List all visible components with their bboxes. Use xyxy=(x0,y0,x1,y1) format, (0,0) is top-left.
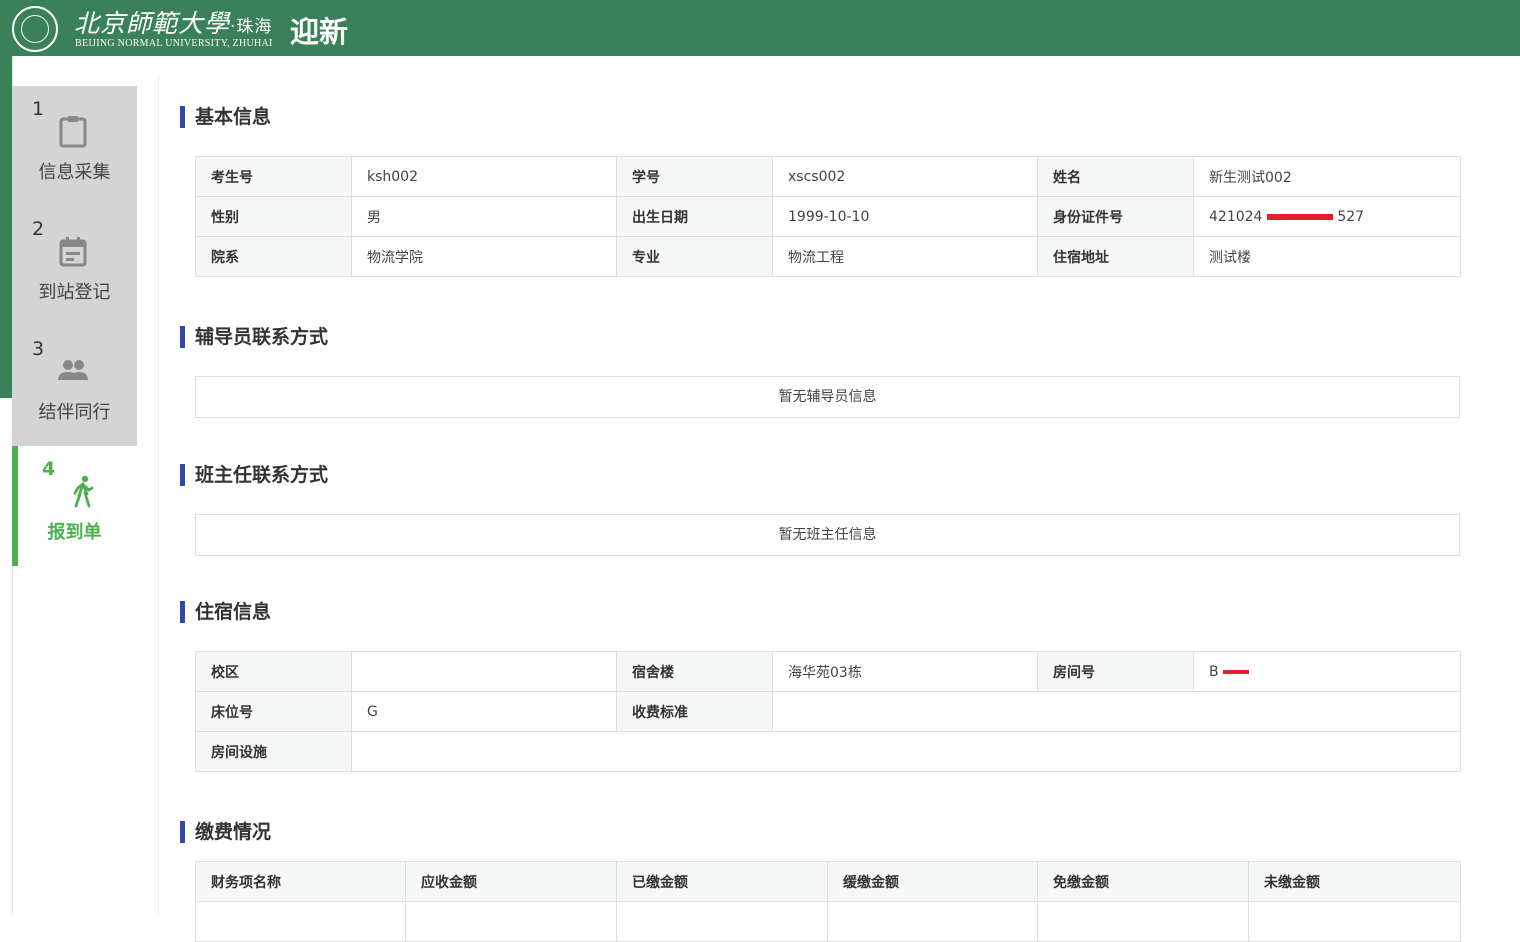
redaction-mark xyxy=(1266,213,1333,220)
section-title-basic-info: 基本信息 xyxy=(180,106,271,128)
section-title-counselor: 辅导员联系方式 xyxy=(180,326,328,348)
clipboard-icon xyxy=(59,116,87,148)
university-logo-text: 北京師範大學·珠海 xyxy=(74,9,273,38)
field-value: 男 xyxy=(351,196,617,237)
field-label: 专业 xyxy=(616,236,773,277)
field-value: G xyxy=(351,691,617,732)
table-header-row: 财务项名称 应收金额 已缴金额 缓缴金额 免缴金额 未缴金额 xyxy=(195,861,1461,902)
column-header: 应收金额 xyxy=(405,861,617,902)
field-value: 测试楼 xyxy=(1193,236,1461,277)
payment-table: 财务项名称 应收金额 已缴金额 缓缴金额 免缴金额 未缴金额 xyxy=(195,861,1461,942)
app-title: 迎新 xyxy=(290,15,349,49)
step-number: 3 xyxy=(32,338,45,360)
step-number: 1 xyxy=(32,98,45,120)
section-title-payment: 缴费情况 xyxy=(180,821,271,843)
table-row: 考生号 ksh002 学号 xscs002 姓名 新生测试002 xyxy=(195,156,1461,197)
top-header: 北京師範大學·珠海 BEIJING NORMAL UNIVERSITY, ZHU… xyxy=(0,0,1520,56)
column-header: 已缴金额 xyxy=(616,861,828,902)
table-row: 房间设施 xyxy=(195,731,1461,772)
field-label: 收费标准 xyxy=(616,691,773,732)
field-value: 1999-10-10 xyxy=(772,196,1038,237)
step-label: 信息采集 xyxy=(38,162,111,183)
field-label: 考生号 xyxy=(195,156,352,197)
step-nav: 1 信息采集 2 到站登记 3 结伴同行 4 报到单 xyxy=(12,86,137,566)
table-row: 床位号 G 收费标准 xyxy=(195,691,1461,732)
step-arrival-registration[interactable]: 2 到站登记 xyxy=(12,206,137,326)
field-value: 物流学院 xyxy=(351,236,617,277)
counselor-empty-message: 暂无辅导员信息 xyxy=(195,376,1460,418)
field-label: 房间号 xyxy=(1037,651,1194,692)
field-value: 新生测试002 xyxy=(1193,156,1461,197)
calendar-icon xyxy=(59,237,87,267)
content-border xyxy=(158,76,159,915)
step-label: 到站登记 xyxy=(38,282,111,303)
column-header: 免缴金额 xyxy=(1037,861,1249,902)
head-teacher-empty-message: 暂无班主任信息 xyxy=(195,514,1460,556)
column-header: 缓缴金额 xyxy=(827,861,1038,902)
field-value: ksh002 xyxy=(351,156,617,197)
university-logo-english: BEIJING NORMAL UNIVERSITY, ZHUHAI xyxy=(75,38,273,49)
step-registration-form[interactable]: 4 报到单 xyxy=(12,446,137,566)
people-icon xyxy=(58,360,88,380)
field-label: 出生日期 xyxy=(616,196,773,237)
field-label: 住宿地址 xyxy=(1037,236,1194,277)
section-title-dorm: 住宿信息 xyxy=(180,601,271,623)
field-label: 性别 xyxy=(195,196,352,237)
column-header: 未缴金额 xyxy=(1248,861,1461,902)
field-label: 房间设施 xyxy=(195,731,352,772)
step-info-collection[interactable]: 1 信息采集 xyxy=(12,86,137,206)
dorm-info-table: 校区 宿舍楼 海华苑03栋 房间号 B 床位号 G 收费标准 房间设施 xyxy=(195,651,1461,772)
field-label: 身份证件号 xyxy=(1037,196,1194,237)
step-number: 2 xyxy=(32,218,45,240)
step-number: 4 xyxy=(42,458,56,480)
room-number-value: B xyxy=(1193,651,1461,692)
field-label: 床位号 xyxy=(195,691,352,732)
field-label: 学号 xyxy=(616,156,773,197)
field-value: xscs002 xyxy=(772,156,1038,197)
step-label: 报到单 xyxy=(47,522,102,543)
table-row xyxy=(195,901,1461,942)
column-header: 财务项名称 xyxy=(195,861,406,902)
section-title-head-teacher: 班主任联系方式 xyxy=(180,464,328,486)
basic-info-table: 考生号 ksh002 学号 xscs002 姓名 新生测试002 性别 男 出生… xyxy=(195,156,1461,277)
field-label: 宿舍楼 xyxy=(616,651,773,692)
table-row: 性别 男 出生日期 1999-10-10 身份证件号 421024 527 xyxy=(195,196,1461,237)
field-value: 海华苑03栋 xyxy=(772,651,1038,692)
id-number-value: 421024 527 xyxy=(1193,196,1461,237)
field-value xyxy=(772,691,1461,732)
field-label: 姓名 xyxy=(1037,156,1194,197)
step-label: 结伴同行 xyxy=(38,402,111,423)
field-value xyxy=(351,731,1461,772)
table-row: 校区 宿舍楼 海华苑03栋 房间号 B xyxy=(195,651,1461,692)
field-label: 校区 xyxy=(195,651,352,692)
step-travel-companion[interactable]: 3 结伴同行 xyxy=(12,326,137,446)
field-value: 物流工程 xyxy=(772,236,1038,277)
table-row: 院系 物流学院 专业 物流工程 住宿地址 测试楼 xyxy=(195,236,1461,277)
field-label: 院系 xyxy=(195,236,352,277)
left-accent-strip xyxy=(0,56,12,398)
walking-person-icon xyxy=(73,475,94,508)
redaction-mark xyxy=(1223,669,1250,674)
university-seal-icon xyxy=(12,6,58,52)
field-value xyxy=(351,651,617,692)
